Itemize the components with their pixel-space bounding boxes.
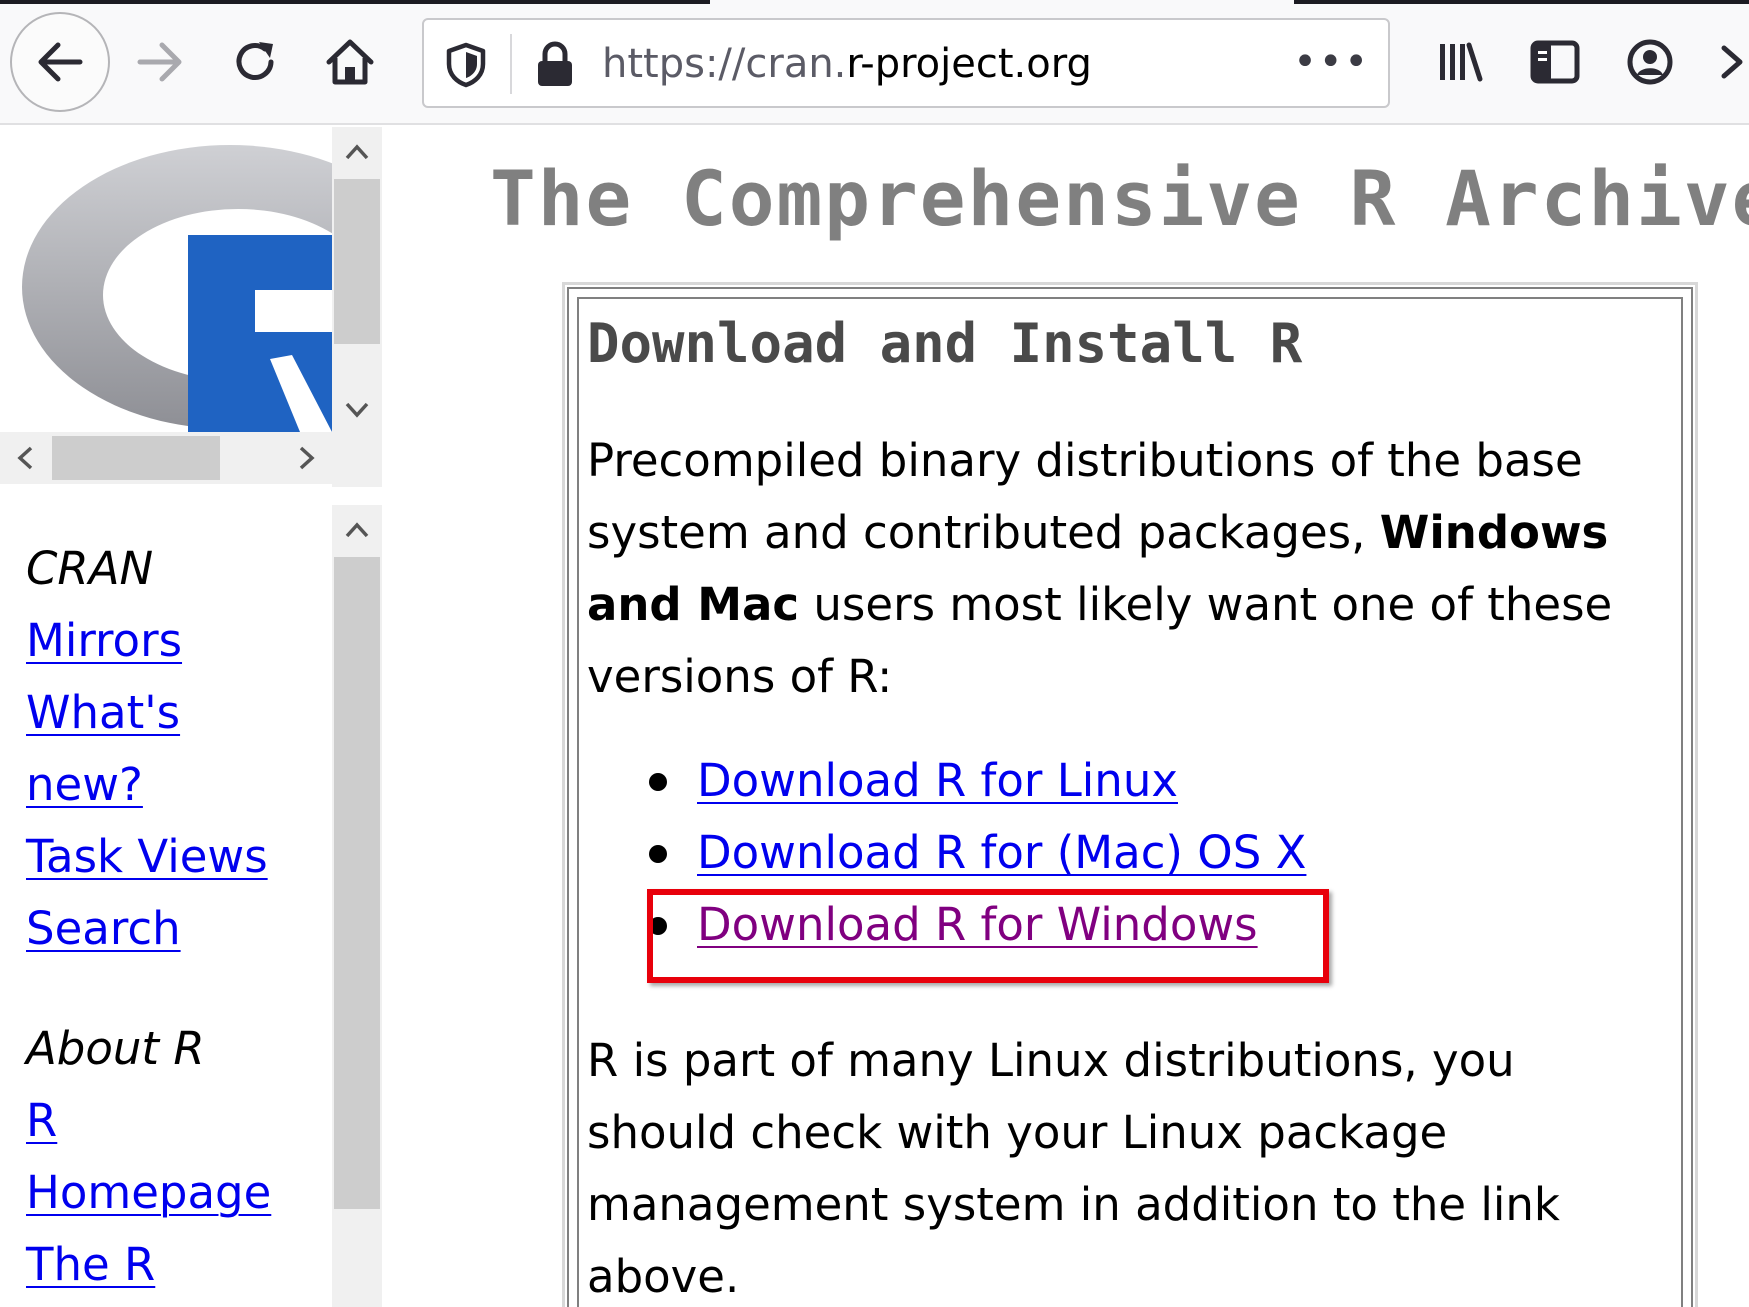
scrollbar-thumb[interactable] <box>334 179 380 344</box>
nav-heading-about-r: About R <box>26 1022 205 1075</box>
scroll-up-button[interactable] <box>332 127 382 177</box>
account-icon <box>1627 39 1673 85</box>
back-arrow-icon <box>38 42 83 82</box>
nav-link-mirrors[interactable]: Mirrors <box>26 605 271 677</box>
reload-icon <box>236 42 274 80</box>
list-item: Download R for Linux <box>649 745 1306 817</box>
nav-link-whats-new[interactable]: What's <box>26 677 271 749</box>
chevron-down-icon <box>345 402 369 418</box>
library-icon <box>1440 42 1483 82</box>
logo-frame-horizontal-scrollbar[interactable] <box>0 432 332 484</box>
browser-toolbar: https://cran.r-project.org ••• <box>0 0 1749 125</box>
chevron-right-icon <box>1721 45 1743 79</box>
home-button[interactable] <box>300 12 400 112</box>
home-icon <box>326 39 374 85</box>
scrollbar-corner <box>332 432 382 484</box>
url-domain: r-project.org <box>846 41 1092 87</box>
scroll-left-button[interactable] <box>0 432 50 484</box>
overflow-menu-button[interactable] <box>1718 34 1749 90</box>
sidebar-toggle-button[interactable] <box>1527 34 1583 90</box>
bullet-icon <box>649 773 667 791</box>
intro-paragraph: Precompiled binary distributions of the … <box>587 425 1667 713</box>
reload-button[interactable] <box>205 12 305 112</box>
box-title: Download and Install R <box>587 312 1303 375</box>
chevron-up-icon <box>345 144 369 160</box>
nav-link-search[interactable]: Search <box>26 893 271 965</box>
tab-strip <box>0 0 1749 4</box>
nav-link-whats-new-cont[interactable]: new? <box>26 749 271 821</box>
url-text[interactable]: https://cran.r-project.org <box>602 36 1092 92</box>
sidebar-icon <box>1530 40 1580 84</box>
chevron-left-icon <box>17 446 33 470</box>
nav-link-task-views[interactable]: Task Views <box>26 821 271 893</box>
download-links-list: Download R for Linux Download R for (Mac… <box>649 745 1306 961</box>
scrollbar-thumb[interactable] <box>52 436 220 480</box>
address-bar-separator <box>510 34 512 94</box>
scroll-right-button[interactable] <box>282 432 332 484</box>
download-windows-link[interactable]: Download R for Windows <box>697 898 1258 951</box>
scrollbar-thumb[interactable] <box>334 557 380 1209</box>
download-install-box: Download and Install R Precompiled binar… <box>562 282 1698 1307</box>
main-content-frame: The Comprehensive R Archive Network Down… <box>382 127 1749 1307</box>
shield-icon[interactable] <box>444 42 488 88</box>
outro-paragraph: R is part of many Linux distributions, y… <box>587 1034 1560 1303</box>
nav-heading-cran: CRAN <box>26 542 154 595</box>
chevron-right-icon <box>299 446 315 470</box>
tab-strip-background <box>0 0 710 4</box>
nav-link-r-homepage[interactable]: R <box>26 1085 271 1157</box>
download-install-box-inner: Download and Install R Precompiled binar… <box>577 297 1683 1307</box>
navigation-frame-vertical-scrollbar[interactable] <box>332 505 382 1307</box>
account-button[interactable] <box>1622 34 1678 90</box>
page-actions-button[interactable]: ••• <box>1293 38 1370 86</box>
nav-link-the-r-journal[interactable]: The R <box>26 1229 271 1301</box>
list-item: Download R for Windows <box>649 889 1306 961</box>
navigation-menu: CRAN Mirrors What's new? Task Views Sear… <box>26 533 271 1301</box>
tab-strip-background-right <box>1294 0 1749 4</box>
r-logo <box>22 145 332 432</box>
page-title: The Comprehensive R Archive Network <box>490 154 1749 243</box>
lock-icon[interactable] <box>534 40 576 88</box>
forward-button[interactable] <box>110 12 210 112</box>
url-prefix: https://cran. <box>602 41 847 87</box>
bullet-icon <box>649 845 667 863</box>
nav-link-r-homepage-cont[interactable]: Homepage <box>26 1157 271 1229</box>
scroll-up-button[interactable] <box>332 505 382 555</box>
download-linux-link[interactable]: Download R for Linux <box>697 754 1178 807</box>
chevron-up-icon <box>345 522 369 538</box>
address-bar[interactable]: https://cran.r-project.org ••• <box>422 18 1390 108</box>
download-macos-link[interactable]: Download R for (Mac) OS X <box>697 826 1306 879</box>
forward-arrow-icon <box>137 42 182 82</box>
list-item: Download R for (Mac) OS X <box>649 817 1306 889</box>
back-button[interactable] <box>10 12 110 112</box>
scroll-down-button[interactable] <box>332 385 382 435</box>
navigation-frame: CRAN Mirrors What's new? Task Views Sear… <box>0 505 382 1307</box>
library-button[interactable] <box>1432 34 1488 90</box>
bullet-icon <box>649 917 667 935</box>
